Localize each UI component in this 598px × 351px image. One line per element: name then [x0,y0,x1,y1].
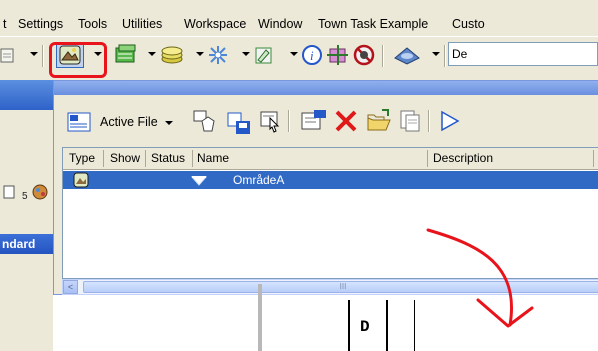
red-highlight-box [49,42,107,78]
column-type[interactable]: Type [69,151,95,165]
combo-value: De [452,47,468,61]
chevron-down-icon[interactable] [290,52,298,56]
menu-settings[interactable]: Settings [18,17,63,31]
toolbar-separator [288,110,290,132]
left-panel-section-label: ndard [2,237,36,251]
column-divider[interactable] [427,150,428,167]
table-row[interactable]: OmrådeA [63,171,598,189]
active-file-dropdown[interactable]: Active File [100,115,174,129]
expand-arrow-icon[interactable] [438,109,462,136]
chevron-down-icon[interactable] [242,52,250,56]
menu-bar: t Settings Tools Utilities Workspace Win… [0,13,598,35]
left-panel-tool-icons[interactable]: 5 [2,182,52,207]
toolbar-separator [428,110,430,132]
drawing-line [386,300,388,351]
reload-document-icon[interactable] [398,109,422,136]
chevron-down-icon[interactable] [196,52,204,56]
drawing-tool-icon[interactable] [252,43,276,67]
delete-icon[interactable] [334,109,358,136]
tool-settings-icon[interactable] [67,111,93,136]
column-name[interactable]: Name [197,151,229,165]
attach-hand-icon[interactable] [192,109,218,138]
menu-town-task-example[interactable]: Town Task Example [318,17,428,31]
list-header: Type Show Status Name Description [63,148,598,170]
column-divider[interactable] [103,150,104,167]
chevron-down-icon[interactable] [148,52,156,56]
partial-tool-icon[interactable] [0,43,18,67]
chevron-down-icon[interactable] [432,52,440,56]
status-icon [190,173,208,190]
column-divider[interactable] [192,150,193,167]
snap-crosshair-icon[interactable] [326,43,350,67]
toolbar-separator [382,45,384,67]
toolbar-separator [42,45,44,67]
select-cursor-icon[interactable] [259,109,283,136]
properties-icon[interactable] [300,109,328,136]
column-divider[interactable] [145,150,146,167]
canvas-divider [258,284,262,351]
light-manager-icon[interactable] [206,43,230,67]
scroll-left-button[interactable]: < [63,280,78,294]
column-status[interactable]: Status [151,151,185,165]
left-panel-section-header: ndard [0,234,53,254]
canvas-cell-letter: D [360,318,370,336]
levels-icon[interactable] [160,43,184,67]
chevron-down-icon[interactable] [30,52,38,56]
raster-type-icon [73,172,89,191]
info-icon[interactable]: i [300,43,324,67]
open-folder-icon[interactable] [366,109,392,136]
menu-custom-partial[interactable]: Custo [452,17,485,31]
annotation-arrow [426,228,534,328]
row-name: OmrådeA [233,173,285,187]
drawing-line [348,300,350,351]
scroll-thumb-grip: III [339,282,347,291]
view-combo-box[interactable]: De [448,42,598,66]
left-panel [0,110,53,351]
no-entry-icon[interactable] [352,43,376,67]
column-show[interactable]: Show [110,151,140,165]
save-attach-icon[interactable] [226,111,254,140]
view-display-icon[interactable] [392,43,422,67]
svg-text:5: 5 [22,191,28,202]
dialog-toolbar: Active File [54,97,598,143]
dialog-title-bar[interactable] [54,81,598,95]
menu-window[interactable]: Window [258,17,302,31]
column-divider[interactable] [593,150,594,167]
active-file-label: Active File [100,115,158,129]
window-title-strip [0,0,598,13]
menu-edit-partial[interactable]: t [3,17,6,31]
column-description[interactable]: Description [433,151,493,165]
svg-text:i: i [310,48,314,63]
toolbar-separator [444,45,446,67]
menu-utilities[interactable]: Utilities [122,17,162,31]
menu-tools[interactable]: Tools [78,17,107,31]
left-panel-title-bar [0,80,53,110]
raster-manager-icon[interactable] [114,43,138,67]
chevron-down-icon [165,120,174,125]
menu-workspace[interactable]: Workspace [184,17,246,31]
